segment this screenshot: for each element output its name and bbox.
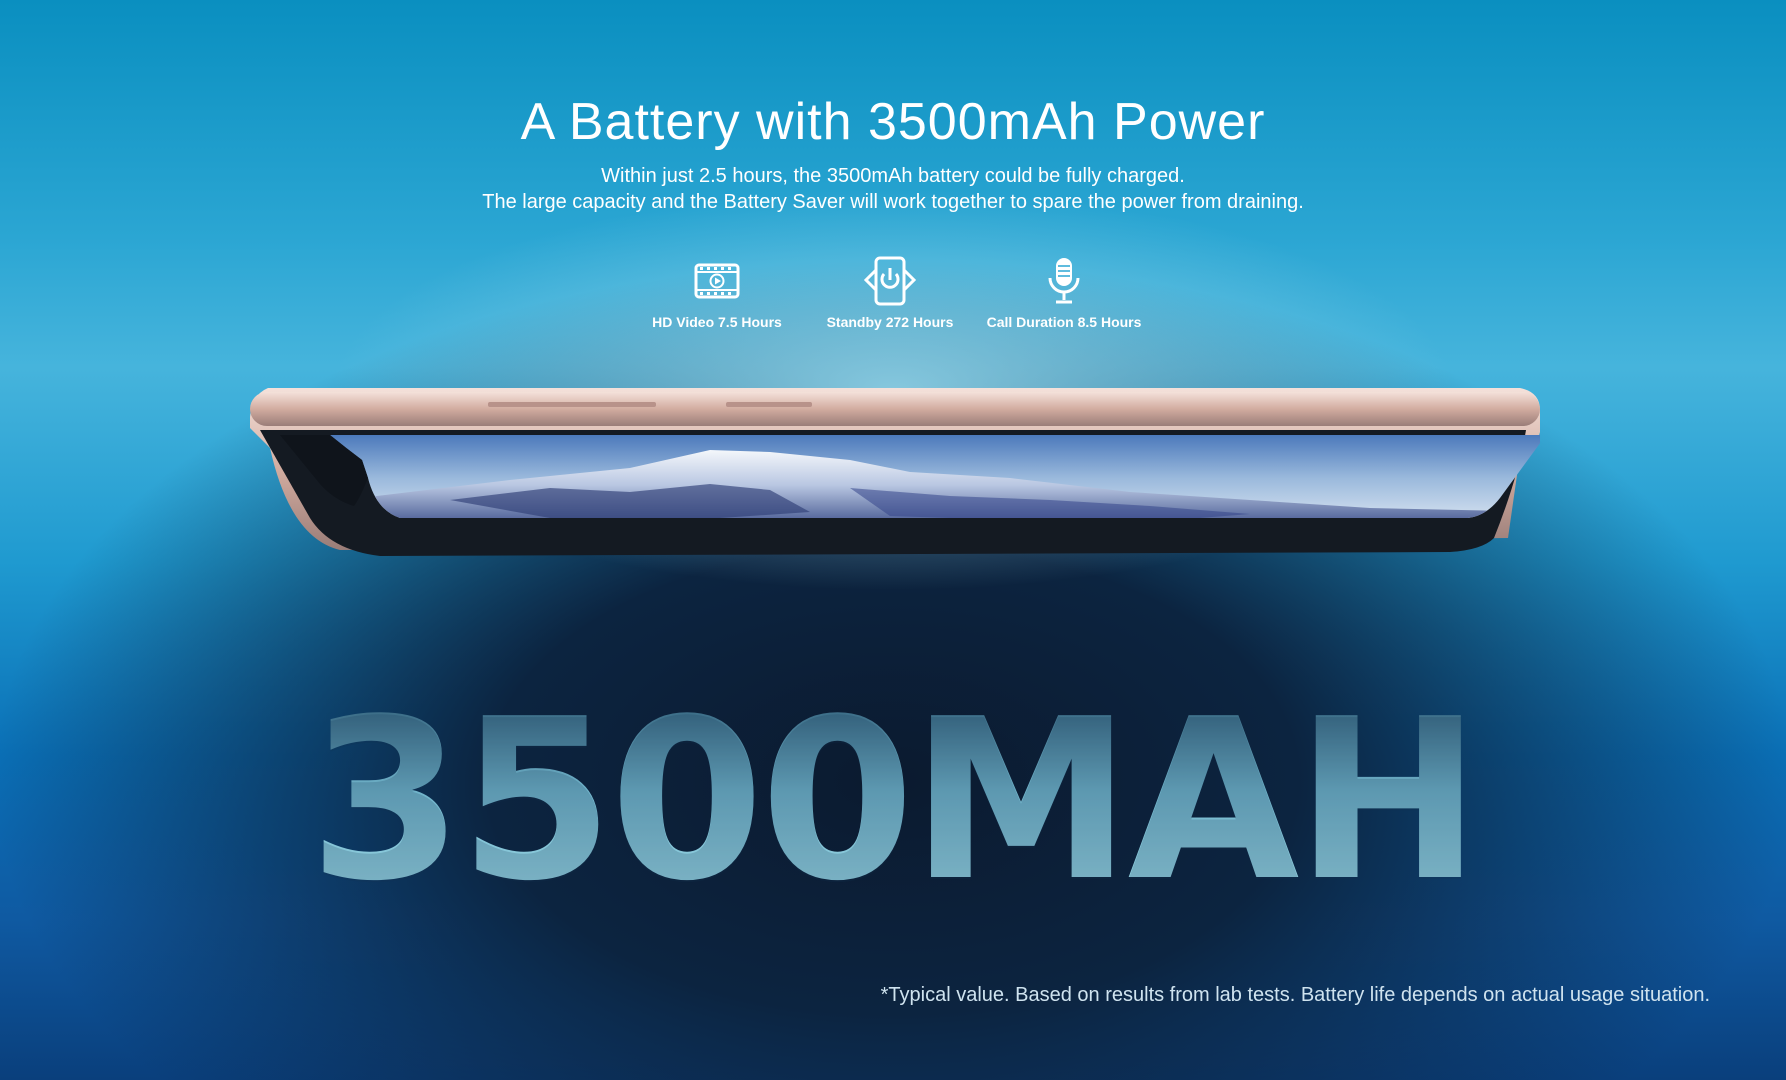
microphone-icon bbox=[1048, 258, 1080, 304]
feature-list: HD Video 7.5 Hours Standby 272 Hours Cal… bbox=[0, 256, 1786, 336]
feature-hd-video: HD Video 7.5 Hours bbox=[617, 256, 817, 330]
feature-label: HD Video 7.5 Hours bbox=[652, 314, 782, 330]
hero-title: A Battery with 3500mAh Power bbox=[520, 93, 1266, 151]
video-icon bbox=[694, 263, 740, 299]
battery-capacity-headline: 3500MAH bbox=[0, 690, 1786, 912]
footnote: *Typical value. Based on results from la… bbox=[880, 984, 1710, 1006]
phone-illustration bbox=[250, 388, 1540, 556]
feature-label: Standby 272 Hours bbox=[826, 314, 954, 330]
feature-call-duration: Call Duration 8.5 Hours bbox=[964, 256, 1164, 330]
feature-label: Call Duration 8.5 Hours bbox=[986, 314, 1142, 330]
subtitle-line-2: The large capacity and the Battery Saver… bbox=[482, 191, 1304, 213]
subtitle-line-1: Within just 2.5 hours, the 3500mAh batte… bbox=[601, 165, 1185, 187]
phone-power-icon bbox=[863, 256, 917, 306]
feature-standby: Standby 272 Hours bbox=[790, 256, 990, 330]
